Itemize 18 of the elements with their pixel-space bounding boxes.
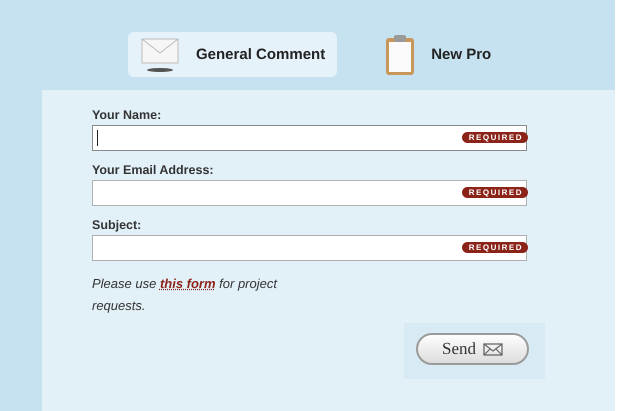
field-label: Subject: — [92, 218, 142, 232]
tab[interactable]: General Comment — [128, 32, 338, 77]
input-field[interactable]: REQUIRED — [92, 235, 527, 261]
input-field[interactable]: REQUIRED — [92, 125, 527, 151]
required-badge: REQUIRED — [462, 187, 528, 198]
field-label: Your Name: — [92, 108, 162, 122]
envelope-icon — [483, 342, 503, 356]
note-text: Please use this form for project requests. — [92, 275, 278, 315]
input-field[interactable]: REQUIRED — [92, 180, 527, 206]
field-label: Your Email Address: — [92, 163, 215, 177]
required-badge: REQUIRED — [462, 132, 528, 143]
clipboard-icon — [385, 34, 416, 76]
required-badge: REQUIRED — [462, 242, 528, 253]
send-button[interactable]: Send — [416, 333, 529, 365]
form-link[interactable]: this form — [160, 276, 216, 291]
text-cursor — [97, 130, 98, 146]
tab[interactable]: New Pro — [373, 32, 504, 77]
envelope-icon — [140, 36, 180, 72]
